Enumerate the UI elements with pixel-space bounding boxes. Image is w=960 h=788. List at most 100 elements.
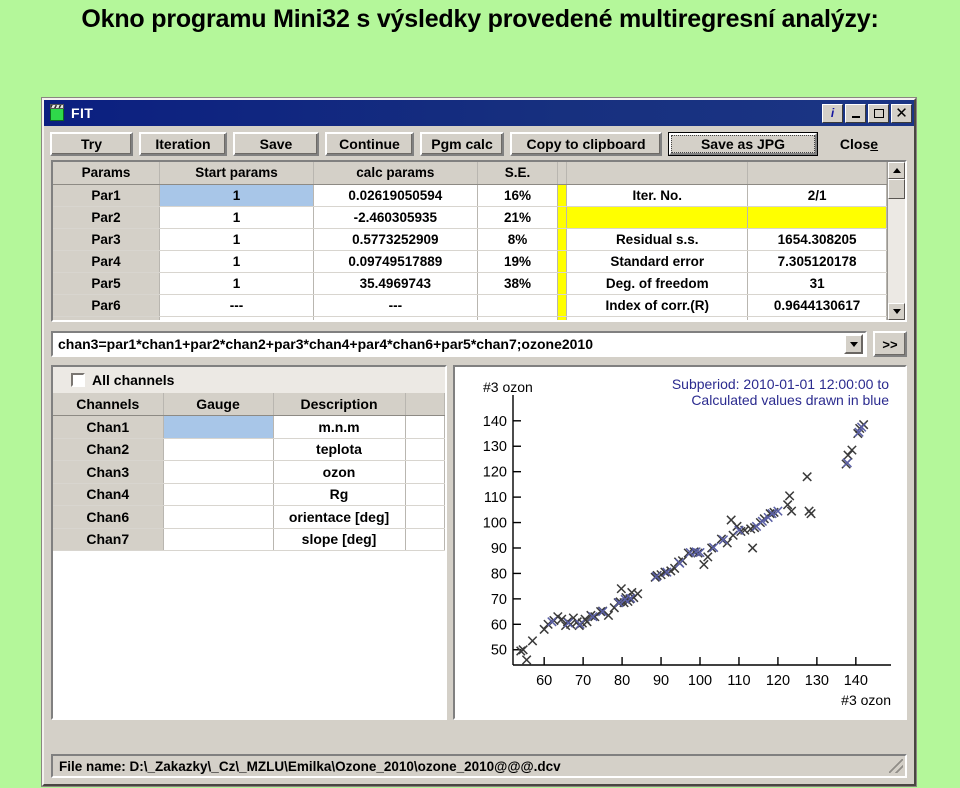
y-tick-label: 130 xyxy=(483,439,507,455)
toolbar: Try Iteration Save Continue Pgm calc Cop… xyxy=(44,126,914,160)
formula-input[interactable]: chan3=par1*chan1+par2*chan2+par3*chan4+p… xyxy=(53,336,844,352)
start-param[interactable]: 1 xyxy=(159,184,314,207)
scrollbar-thumb[interactable] xyxy=(888,179,905,199)
channels-table: Channels Gauge Description Chan1 m.n.m C… xyxy=(53,393,445,551)
param-name: Par1 xyxy=(53,184,161,207)
channel-description[interactable]: m.n.m xyxy=(273,415,406,439)
iteration-button[interactable]: Iteration xyxy=(139,131,227,156)
start-param[interactable]: 1 xyxy=(159,272,314,295)
col-spacer xyxy=(405,393,445,416)
copy-to-clipboard-button[interactable]: Copy to clipboard xyxy=(510,131,662,156)
col-start-params[interactable]: Start params xyxy=(159,162,314,185)
window-controls: i ✕ xyxy=(822,103,912,123)
formula-combobox[interactable]: chan3=par1*chan1+par2*chan2+par3*chan4+p… xyxy=(51,331,867,357)
calc-param: 0.02619050594 xyxy=(313,184,478,207)
table-row[interactable]: Chan2 teplota xyxy=(53,438,445,461)
col-calc-params[interactable]: calc params xyxy=(313,162,478,185)
col-stat-label[interactable] xyxy=(566,162,749,185)
col-channels[interactable]: Channels xyxy=(53,393,164,416)
data-point-measured xyxy=(802,472,812,482)
window-titlebar[interactable]: FIT i ✕ xyxy=(44,100,914,126)
yellow-divider xyxy=(557,250,568,273)
table-row[interactable] xyxy=(53,316,887,320)
scatter-plot-panel[interactable]: #3 ozon Subperiod: 2010-01-01 12:00:00 to… xyxy=(453,365,907,720)
x-tick-label: 140 xyxy=(844,673,868,689)
channel-description[interactable]: Rg xyxy=(273,483,406,506)
close-toolbar-label: Close xyxy=(839,135,879,152)
all-channels-checkbox[interactable] xyxy=(71,373,85,387)
channel-description[interactable]: orientace [deg] xyxy=(273,505,406,529)
chevron-down-icon[interactable] xyxy=(844,334,863,354)
param-name: Par4 xyxy=(53,250,161,273)
table-row[interactable]: Par4 1 0.09749517889 19% Standard error … xyxy=(53,250,887,273)
try-button[interactable]: Try xyxy=(50,131,133,156)
table-row[interactable]: Par3 1 0.5773252909 8% Residual s.s. 165… xyxy=(53,228,887,251)
scroll-up-icon[interactable] xyxy=(888,162,905,179)
se-value xyxy=(477,294,559,317)
y-tick-label: 70 xyxy=(491,592,507,608)
data-point-measured xyxy=(747,543,758,553)
table-row[interactable]: Chan1 m.n.m xyxy=(53,415,445,439)
channel-description[interactable]: ozon xyxy=(273,460,406,484)
resize-grip-icon[interactable] xyxy=(889,759,903,773)
row-spacer xyxy=(405,460,445,484)
col-se[interactable]: S.E. xyxy=(477,162,559,185)
close-toolbar-button[interactable]: Close xyxy=(824,132,894,156)
table-row[interactable]: Par2 1 -2.460305935 21% xyxy=(53,206,887,229)
start-param[interactable]: 1 xyxy=(159,206,314,229)
table-row[interactable]: Chan7 slope [deg] xyxy=(53,528,445,551)
channels-panel: All channels Channels Gauge Description xyxy=(51,365,447,720)
status-bar: File name: D:\_Zakazky\_Cz\_MZLU\Emilka\… xyxy=(51,754,907,778)
start-param[interactable] xyxy=(159,316,314,320)
row-spacer xyxy=(405,528,445,551)
scrollbar-track[interactable] xyxy=(888,199,905,303)
close-icon[interactable]: ✕ xyxy=(891,103,912,123)
calc-param xyxy=(313,316,478,320)
col-stat-value[interactable] xyxy=(747,162,887,185)
yellow-divider xyxy=(557,272,568,295)
all-channels-row[interactable]: All channels xyxy=(53,367,445,393)
table-row[interactable]: Par5 1 35.4969743 38% Deg. of freedom 31 xyxy=(53,272,887,295)
table-row[interactable]: Chan4 Rg xyxy=(53,483,445,506)
x-tick-label: 60 xyxy=(536,673,552,689)
expand-formula-button[interactable]: >> xyxy=(873,331,907,357)
channel-gauge[interactable] xyxy=(163,438,274,461)
stat-value: 2/1 xyxy=(747,184,887,207)
start-param[interactable]: 1 xyxy=(159,250,314,273)
channel-gauge[interactable] xyxy=(163,460,274,484)
channel-gauge[interactable] xyxy=(163,415,274,439)
col-gauge[interactable]: Gauge xyxy=(163,393,274,416)
data-point-measured xyxy=(699,559,709,570)
continue-button[interactable]: Continue xyxy=(325,131,414,156)
channel-gauge[interactable] xyxy=(163,483,274,506)
stat-label: Standard error xyxy=(566,250,749,273)
minimize-icon[interactable] xyxy=(845,103,866,123)
save-as-jpg-button[interactable]: Save as JPG xyxy=(668,131,818,156)
channel-description[interactable]: teplota xyxy=(273,438,406,461)
stat-value: 7.305120178 xyxy=(747,250,887,273)
channel-gauge[interactable] xyxy=(163,505,274,529)
table-row[interactable]: Par1 1 0.02619050594 16% Iter. No. 2/1 xyxy=(53,184,887,207)
stat-value: 1654.308205 xyxy=(747,228,887,251)
table-row[interactable]: Chan6 orientace [deg] xyxy=(53,505,445,529)
plot-title-label: #3 ozon xyxy=(483,379,533,395)
start-param[interactable]: --- xyxy=(159,294,314,317)
yellow-divider xyxy=(557,294,568,317)
pgm-calc-button[interactable]: Pgm calc xyxy=(420,131,504,156)
channel-gauge[interactable] xyxy=(163,528,274,551)
save-button[interactable]: Save xyxy=(233,131,319,156)
col-description[interactable]: Description xyxy=(273,393,406,416)
maximize-icon[interactable] xyxy=(868,103,889,123)
se-value: 19% xyxy=(477,250,559,273)
table-row[interactable]: Par6 --- --- Index of corr.(R) 0.9644130… xyxy=(53,294,887,317)
channel-description[interactable]: slope [deg] xyxy=(273,528,406,551)
col-params[interactable]: Params xyxy=(53,162,161,185)
start-param[interactable]: 1 xyxy=(159,228,314,251)
channels-header-row: Channels Gauge Description xyxy=(53,393,445,416)
info-icon[interactable]: i xyxy=(822,103,843,123)
scroll-down-icon[interactable] xyxy=(888,303,905,320)
data-point-measured xyxy=(521,655,532,665)
stat-value xyxy=(747,206,887,229)
table-row[interactable]: Chan3 ozon xyxy=(53,460,445,484)
params-grid-scrollbar[interactable] xyxy=(887,162,905,320)
